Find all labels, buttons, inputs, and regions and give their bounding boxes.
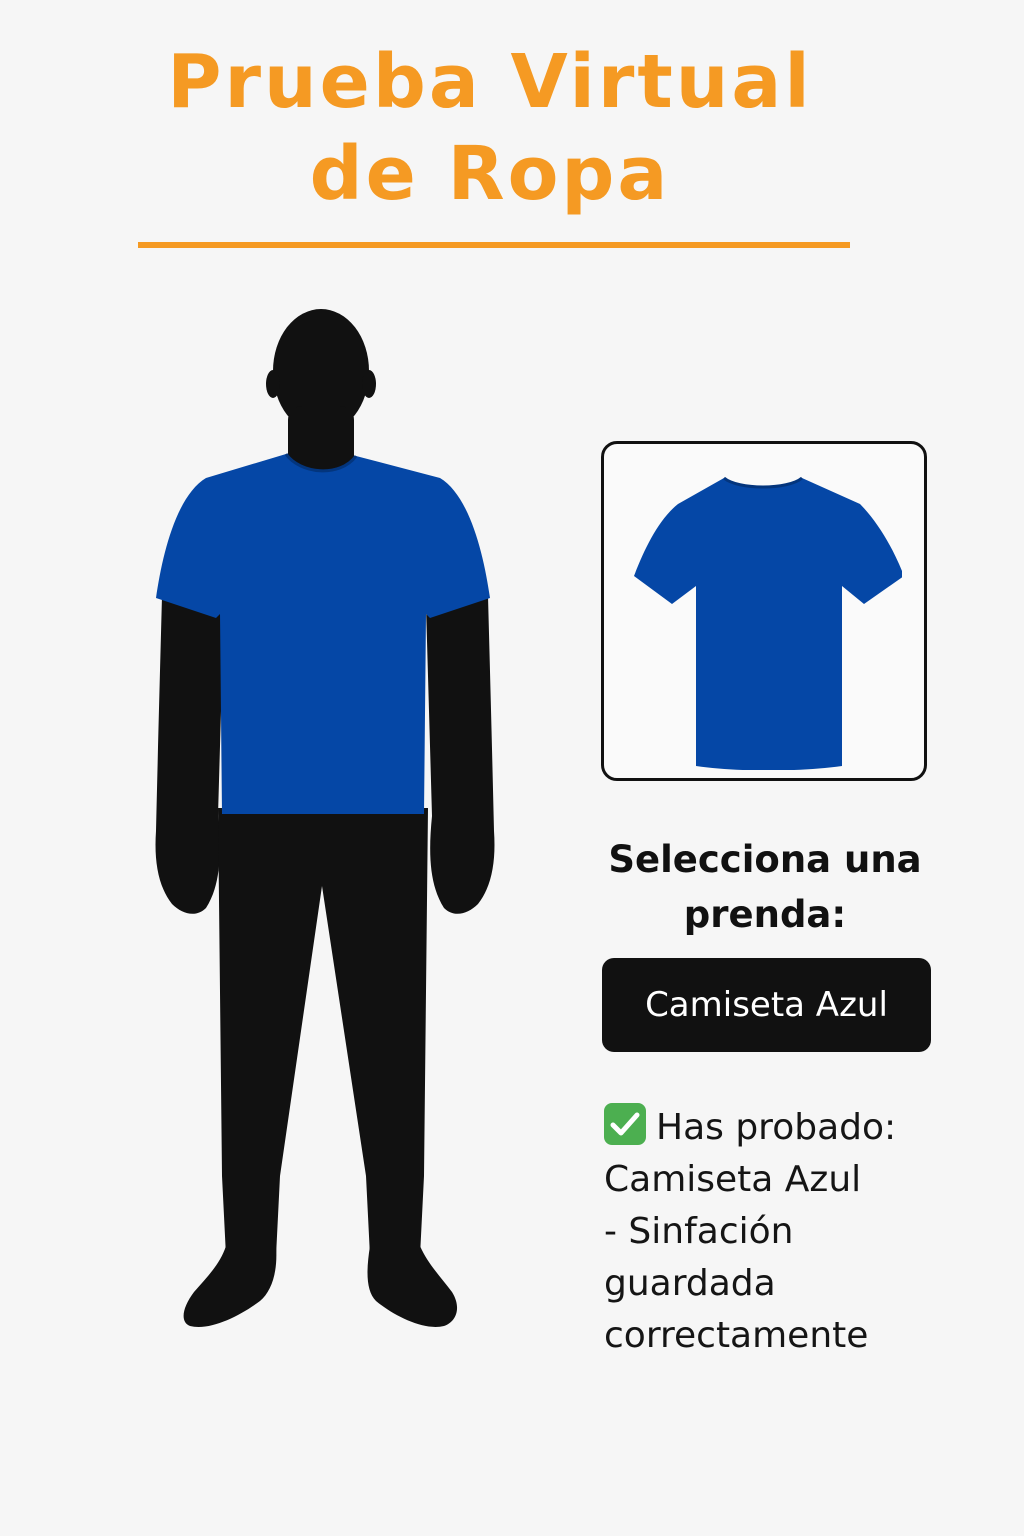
mannequin-shoes [183,1246,458,1327]
status-line-5: correctamente [604,1315,869,1356]
title-line-1: Prueba Virtual [167,39,813,125]
select-garment-label: Selecciona una prenda: [590,832,940,942]
select-label-line-2: prenda: [683,893,847,936]
mannequin-figure [155,309,495,1327]
status-text-1: Has probado: [656,1107,897,1148]
status-line-3: - Sinfación [604,1211,794,1252]
garment-select-button[interactable]: Camiseta Azul [602,958,931,1052]
garment-preview-card[interactable] [601,441,927,781]
status-line-1: Has probado: [604,1102,964,1154]
mannequin-pants [218,808,428,1256]
try-on-status: Has probado: Camiseta Azul - Sinfación g… [604,1102,964,1362]
select-label-line-1: Selecciona una [608,838,922,881]
check-icon [604,1103,646,1145]
garment-select-value: Camiseta Azul [645,985,888,1025]
title-line-2: de Ropa [309,131,671,217]
status-line-4: guardada [604,1263,776,1304]
page-title: Prueba Virtual de Ropa [100,36,880,220]
mannequin-head [266,309,376,476]
t-shirt-icon [634,476,902,770]
title-divider [138,242,850,248]
status-line-2: Camiseta Azul [604,1159,862,1200]
